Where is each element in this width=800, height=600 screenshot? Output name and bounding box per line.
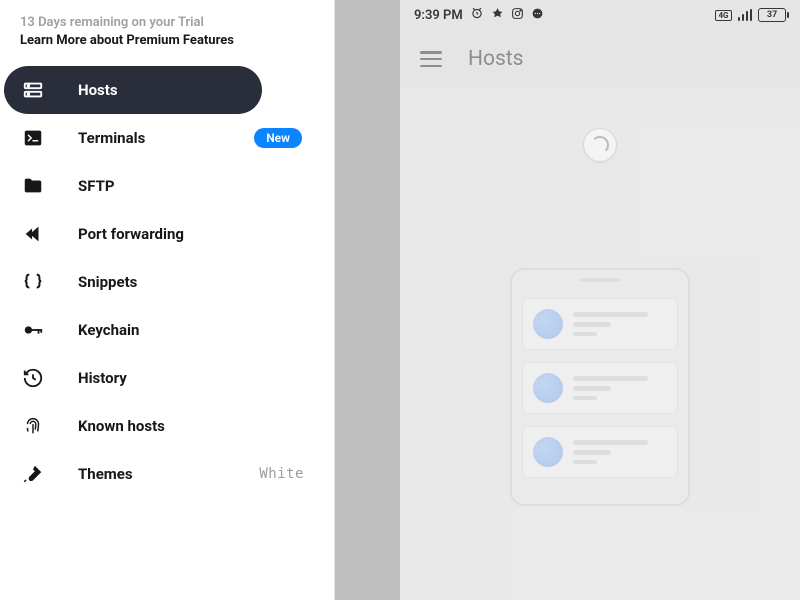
main-screen-underlay: 9:39 PM 4G 37 Hosts <box>400 0 800 600</box>
notification-icon <box>491 7 504 24</box>
nav-item-sftp[interactable]: SFTP <box>4 162 330 210</box>
battery-indicator: 37 <box>758 8 786 22</box>
nav-item-terminals[interactable]: Terminals New <box>4 114 330 162</box>
braces-icon <box>22 271 44 293</box>
nav-label: Terminals <box>78 129 145 147</box>
new-badge: New <box>254 128 302 148</box>
message-icon <box>531 7 544 24</box>
trial-banner[interactable]: 13 Days remaining on your Trial Learn Mo… <box>0 10 334 64</box>
nav-item-known-hosts[interactable]: Known hosts <box>4 402 330 450</box>
terminal-icon <box>22 127 44 149</box>
nav-label: Port forwarding <box>78 225 184 243</box>
background-gap <box>335 0 400 600</box>
key-icon <box>22 319 44 341</box>
empty-state-illustration <box>510 268 690 506</box>
nav-item-history[interactable]: History <box>4 354 330 402</box>
folder-icon <box>22 175 44 197</box>
fingerprint-icon <box>22 415 44 437</box>
nav-item-keychain[interactable]: Keychain <box>4 306 330 354</box>
loading-spinner <box>583 128 617 162</box>
navigation-list: Hosts Terminals New SFTP Port forwarding <box>0 64 334 498</box>
android-status-bar: 9:39 PM 4G 37 <box>400 0 800 30</box>
nav-item-snippets[interactable]: Snippets <box>4 258 330 306</box>
sidebar-drawer: 13 Days remaining on your Trial Learn Mo… <box>0 0 335 600</box>
hosts-empty-content <box>400 88 800 600</box>
nav-label: Keychain <box>78 321 139 339</box>
nav-item-port-forwarding[interactable]: Port forwarding <box>4 210 330 258</box>
app-header: Hosts <box>400 30 800 88</box>
trial-days-remaining: 13 Days remaining on your Trial <box>20 14 314 32</box>
instagram-icon <box>511 7 524 24</box>
nav-label: Themes <box>78 465 133 483</box>
network-indicator: 4G <box>715 10 731 21</box>
alarm-icon <box>470 6 484 24</box>
signal-icon <box>738 9 753 21</box>
trial-learn-more[interactable]: Learn More about Premium Features <box>20 32 314 50</box>
status-time: 9:39 PM <box>414 8 463 23</box>
hamburger-icon[interactable] <box>420 51 442 67</box>
nav-label: Hosts <box>78 81 118 99</box>
theme-current-value: White <box>259 466 304 482</box>
history-icon <box>22 367 44 389</box>
nav-label: SFTP <box>78 177 115 195</box>
nav-item-hosts[interactable]: Hosts <box>4 66 262 114</box>
page-title: Hosts <box>468 47 524 71</box>
nav-label: History <box>78 369 127 387</box>
forward-icon <box>22 223 44 245</box>
nav-label: Known hosts <box>78 417 165 435</box>
nav-label: Snippets <box>78 273 137 291</box>
brush-icon <box>22 463 44 485</box>
nav-item-themes[interactable]: Themes White <box>4 450 330 498</box>
hosts-icon <box>22 79 44 101</box>
